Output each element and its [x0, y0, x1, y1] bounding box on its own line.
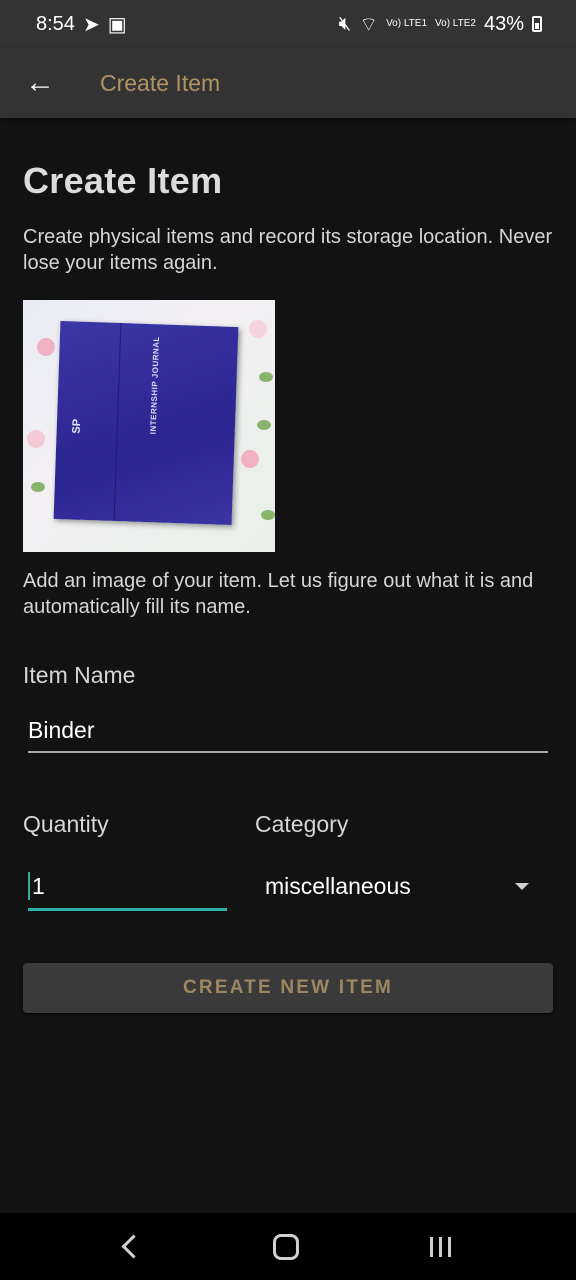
category-value: miscellaneous: [265, 872, 411, 899]
mute-icon: 🔇︎: [338, 12, 352, 35]
text-cursor: [28, 872, 30, 900]
quantity-value: 1: [32, 872, 45, 899]
nav-recents-button[interactable]: [420, 1227, 461, 1267]
item-name-value: Binder: [28, 716, 95, 743]
quantity-field[interactable]: 1: [28, 864, 227, 911]
nav-back-button[interactable]: [115, 1228, 152, 1265]
app-bar-title: Create Item: [100, 69, 221, 96]
nav-back-icon: [121, 1234, 146, 1259]
leaf-decoration: [257, 420, 271, 430]
nav-home-icon: [272, 1233, 299, 1260]
leaf-decoration: [261, 510, 275, 520]
nav-recents-icon: [429, 1236, 451, 1257]
create-item-button[interactable]: CREATE NEW ITEM: [23, 963, 553, 1013]
app-bar: ← Create Item: [0, 48, 576, 118]
wifi-icon: ⌔: [359, 13, 379, 36]
quantity-category-row: Quantity 1 Category miscellaneous: [23, 811, 553, 911]
telegram-icon: ➤: [82, 13, 100, 36]
status-bar: 8:54 ➤ ▣ 🔇︎ ⌔ Vo) LTE1 Vo) LTE2 43%: [0, 0, 576, 48]
flower-decoration: [27, 430, 45, 448]
dropdown-arrow-icon: [515, 882, 529, 890]
binder-label: INTERNSHIP JOURNAL: [148, 335, 162, 435]
quantity-column: Quantity 1: [23, 811, 255, 911]
category-label: Category: [255, 811, 349, 837]
category-dropdown[interactable]: miscellaneous: [255, 864, 553, 908]
leaf-decoration: [31, 482, 45, 492]
flower-decoration: [37, 338, 55, 356]
category-column: Category miscellaneous: [255, 811, 553, 911]
item-photo[interactable]: SP INTERNSHIP JOURNAL: [23, 300, 275, 552]
flower-decoration: [249, 320, 267, 338]
back-button[interactable]: ←: [0, 48, 80, 118]
status-left: 8:54 ➤ ▣: [36, 12, 127, 37]
gallery-icon: ▣: [107, 13, 127, 36]
signal-lte1-icon: Vo) LTE1: [386, 18, 428, 29]
quantity-label: Quantity: [23, 811, 109, 837]
binder-spine-line: [113, 323, 122, 521]
page-title: Create Item: [23, 160, 223, 201]
item-name-field[interactable]: Binder: [28, 709, 548, 753]
item-name-label: Item Name: [23, 662, 136, 688]
battery-icon: [532, 16, 542, 32]
battery-text: 43%: [483, 12, 524, 35]
page-description: Create physical items and record its sto…: [23, 226, 553, 274]
photo-hint: Add an image of your item. Let us figure…: [23, 570, 534, 618]
leaf-decoration: [259, 372, 273, 382]
nav-home-button[interactable]: [263, 1224, 309, 1270]
signal-lte2-icon: Vo) LTE2: [435, 18, 476, 29]
status-time: 8:54: [36, 12, 75, 35]
binder-logo: SP: [70, 418, 84, 434]
status-right: 🔇︎ ⌔ Vo) LTE1 Vo) LTE2 43%: [339, 12, 542, 37]
main-content: Create Item Create physical items and re…: [23, 118, 553, 1013]
system-nav-bar: [0, 1213, 576, 1280]
binder-image: SP INTERNSHIP JOURNAL: [53, 320, 239, 526]
arrow-left-icon: ←: [25, 66, 55, 99]
flower-decoration: [241, 450, 259, 468]
